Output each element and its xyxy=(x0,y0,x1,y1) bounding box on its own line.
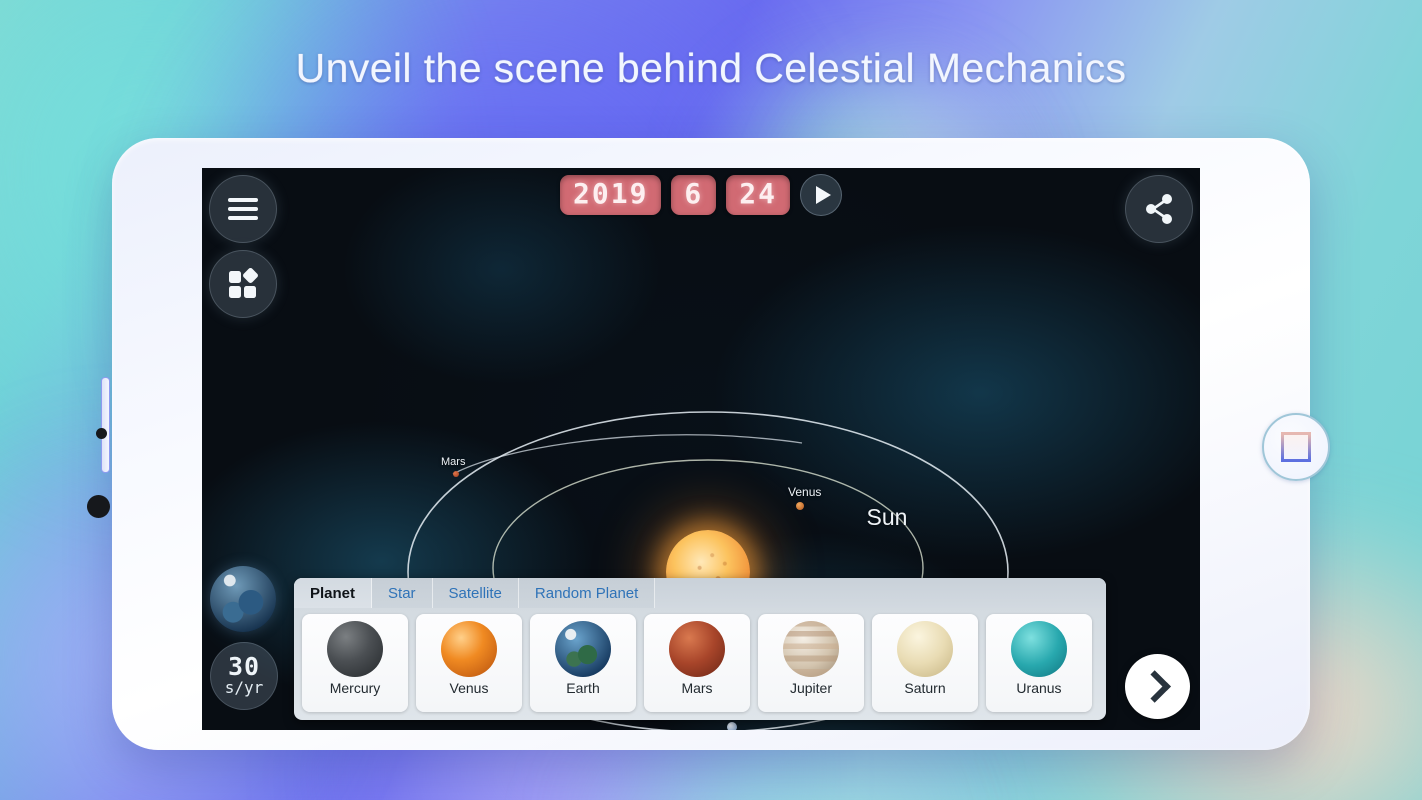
side-button-small[interactable] xyxy=(96,428,107,439)
chevron-right-icon xyxy=(1138,670,1171,703)
jupiter-icon xyxy=(783,621,839,677)
planet-card-venus[interactable]: Venus xyxy=(416,614,522,712)
tab-planet[interactable]: Planet xyxy=(294,578,373,608)
hamburger-menu-icon xyxy=(228,193,258,225)
volume-rocker[interactable] xyxy=(101,377,110,473)
planet-card-earth[interactable]: Earth xyxy=(530,614,636,712)
tab-row-filler xyxy=(655,578,1106,608)
mars-icon xyxy=(669,621,725,677)
planet-card-list: Mercury Venus Earth Mars Jupiter Saturn … xyxy=(294,608,1106,712)
planet-card-label: Jupiter xyxy=(789,680,833,696)
planet-card-label: Venus xyxy=(449,680,489,696)
side-button-large[interactable] xyxy=(87,495,110,518)
speed-value: 30 xyxy=(227,651,261,681)
planet-card-saturn[interactable]: Saturn xyxy=(872,614,978,712)
earth-icon xyxy=(555,621,611,677)
earth-globe-button[interactable] xyxy=(210,566,276,632)
planet-card-label: Mars xyxy=(681,680,713,696)
planet-card-mercury[interactable]: Mercury xyxy=(302,614,408,712)
year-field[interactable]: 2019 xyxy=(559,175,662,215)
app-screen: Sun Mars Venus Earth xyxy=(202,168,1200,730)
device-frame: Sun Mars Venus Earth xyxy=(87,138,1330,750)
menu-button[interactable] xyxy=(209,175,277,243)
venus-icon xyxy=(441,621,497,677)
picker-tabs: Planet Star Satellite Random Planet xyxy=(294,578,1106,608)
play-button[interactable] xyxy=(800,174,843,216)
date-controls: 2019 6 24 xyxy=(559,174,843,216)
tab-random-planet[interactable]: Random Planet xyxy=(519,578,656,608)
planet-card-label: Uranus xyxy=(1016,680,1062,696)
mars-body[interactable] xyxy=(453,471,459,477)
month-field[interactable]: 6 xyxy=(671,175,717,215)
tab-satellite[interactable]: Satellite xyxy=(433,578,519,608)
planet-card-label: Saturn xyxy=(904,680,946,696)
planet-card-mars[interactable]: Mars xyxy=(644,614,750,712)
play-icon xyxy=(815,186,831,204)
grid-apps-icon xyxy=(229,268,258,298)
home-button[interactable] xyxy=(1262,413,1330,481)
venus-body[interactable] xyxy=(796,502,804,510)
page-title: Unveil the scene behind Celestial Mechan… xyxy=(295,45,1127,91)
body-picker-panel: Planet Star Satellite Random Planet Merc… xyxy=(294,578,1106,720)
speed-button[interactable]: 30 s/yr xyxy=(210,642,278,710)
speed-unit: s/yr xyxy=(224,678,264,698)
planet-card-label: Mercury xyxy=(329,680,381,696)
planet-card-jupiter[interactable]: Jupiter xyxy=(758,614,864,712)
share-button[interactable] xyxy=(1125,175,1193,243)
page-root: Unveil the scene behind Celestial Mechan… xyxy=(0,0,1422,800)
day-field[interactable]: 24 xyxy=(726,175,791,215)
tab-star[interactable]: Star xyxy=(372,578,433,608)
planet-card-uranus[interactable]: Uranus xyxy=(986,614,1092,712)
planet-card-label: Earth xyxy=(566,680,600,696)
next-button[interactable] xyxy=(1125,654,1190,719)
saturn-icon xyxy=(897,621,953,677)
uranus-icon xyxy=(1011,621,1067,677)
grid-apps-button[interactable] xyxy=(209,250,277,318)
earth-body[interactable] xyxy=(727,722,737,730)
share-icon xyxy=(1146,194,1172,224)
rounded-square-icon xyxy=(1281,432,1311,462)
mercury-icon xyxy=(327,621,383,677)
